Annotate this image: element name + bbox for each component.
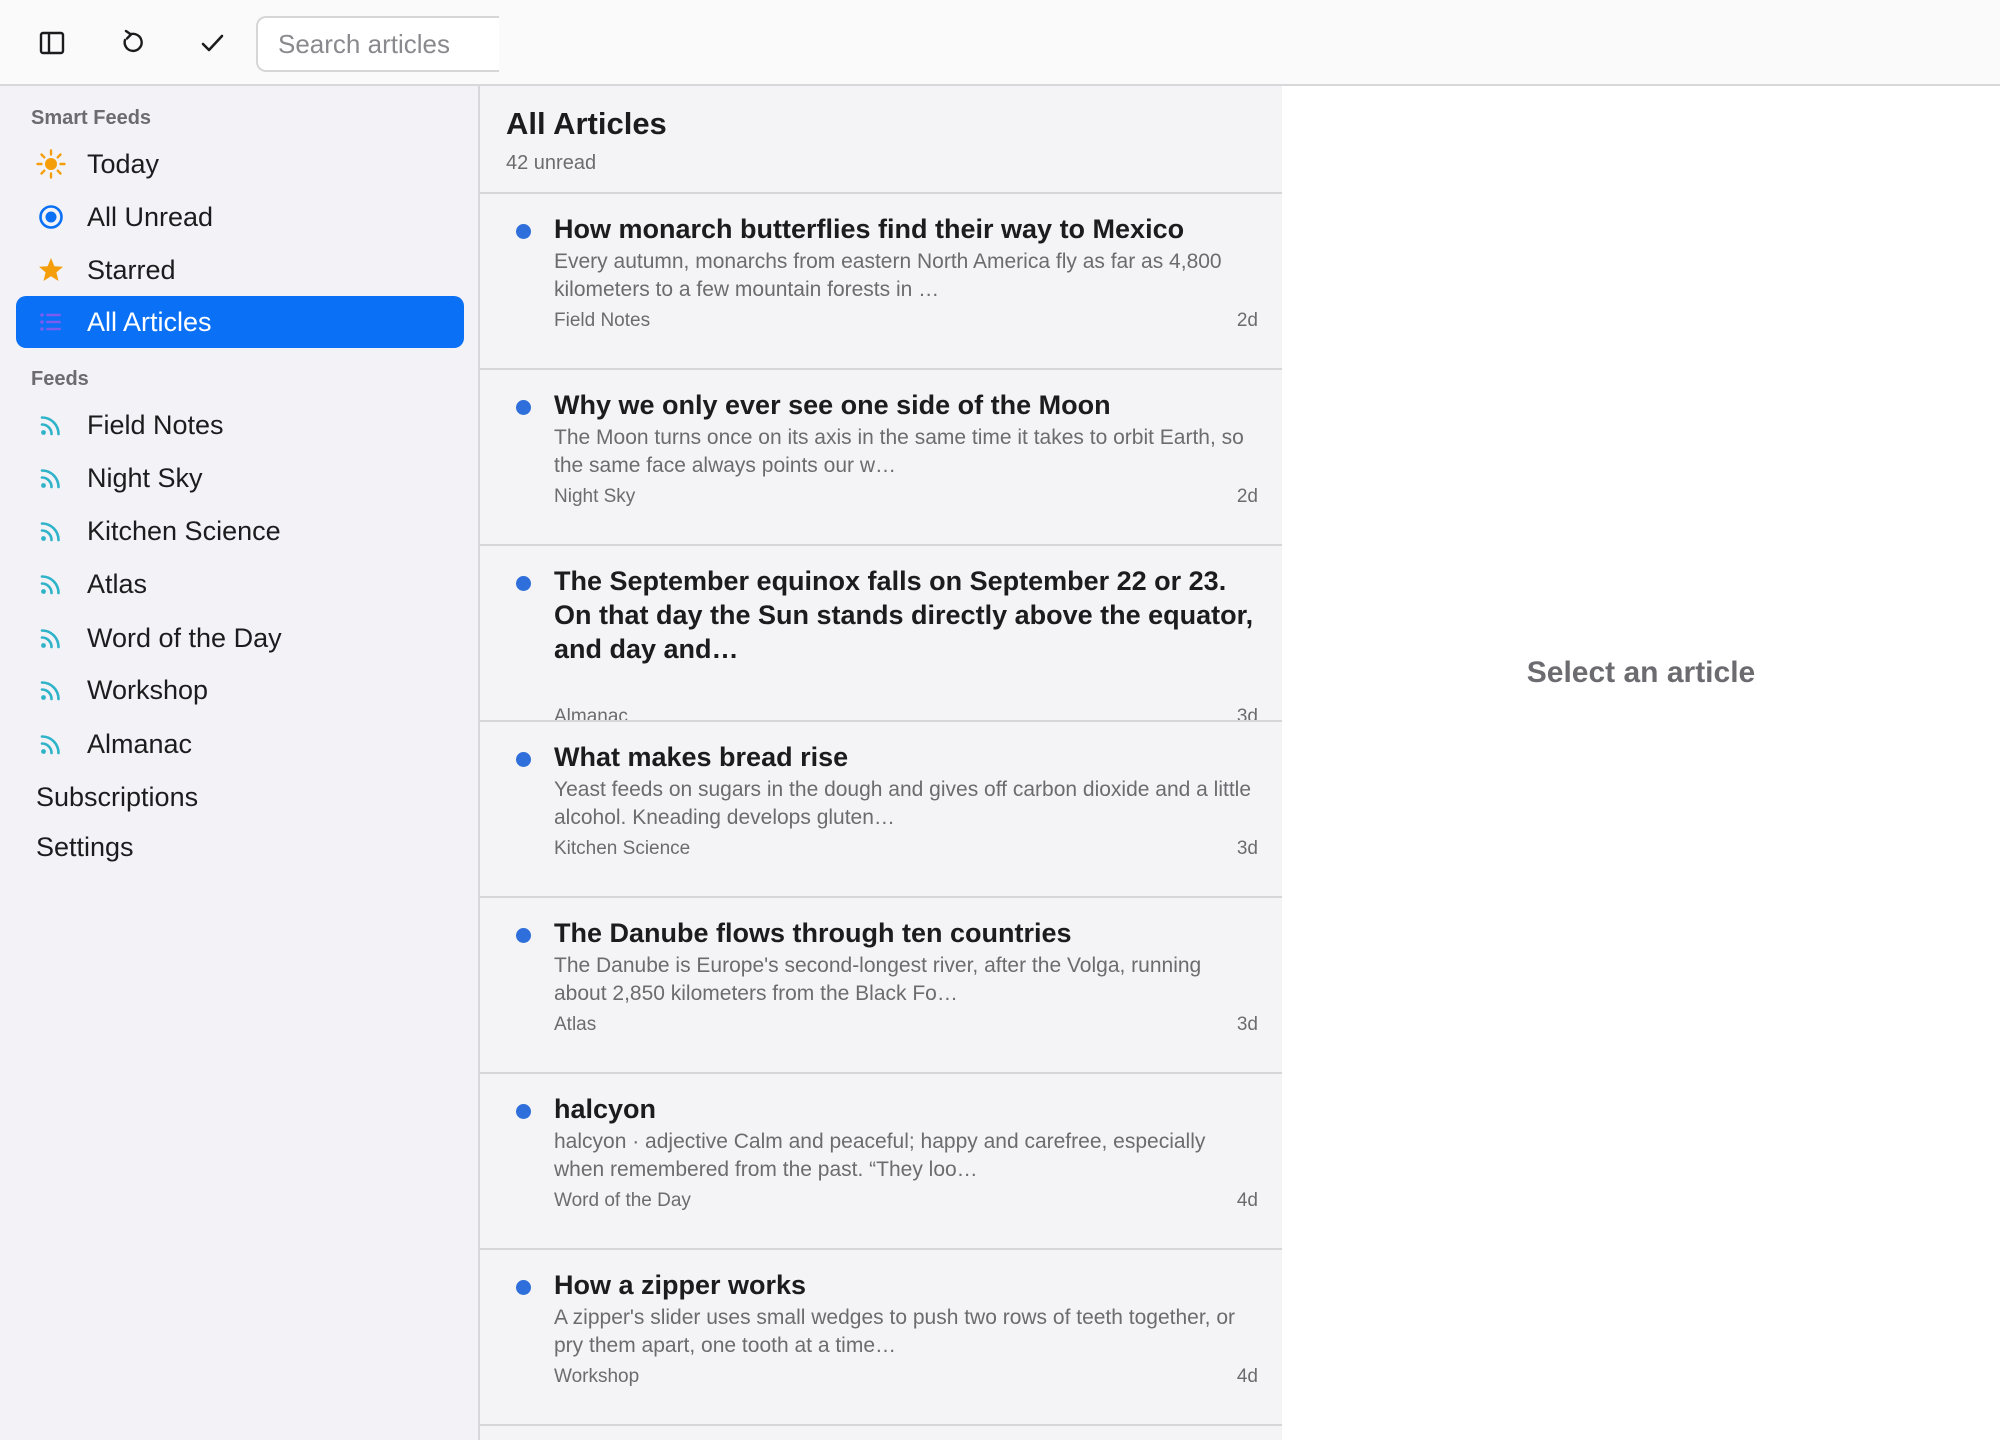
unread-dot xyxy=(516,752,531,767)
article-excerpt: A zipper's slider uses small wedges to p… xyxy=(554,1306,1236,1357)
article-age: 2d xyxy=(1236,310,1258,331)
unread-dot xyxy=(516,928,531,943)
toggle-sidebar-button[interactable] xyxy=(28,19,76,67)
sidebar-item-label: Word of the Day xyxy=(87,622,282,653)
sidebar-item-label: Field Notes xyxy=(87,409,224,440)
sidebar-item-almanac[interactable]: Almanac xyxy=(16,718,464,770)
divider xyxy=(480,1424,1282,1426)
rss-icon xyxy=(34,621,68,655)
article-title: Why we only ever see one side of the Moo… xyxy=(554,390,1111,420)
article-excerpt: The Danube is Europe's second-longest ri… xyxy=(554,954,1202,1005)
rss-icon xyxy=(34,567,68,601)
rss-icon xyxy=(34,514,68,548)
article-title: The Danube flows through ten countries xyxy=(554,918,1072,948)
list-title: All Articles xyxy=(506,106,667,141)
article-excerpt: Yeast feeds on sugars in the dough and g… xyxy=(554,778,1251,829)
article-source: Field Notes xyxy=(554,310,651,331)
sidebar-item-starred[interactable]: Starred xyxy=(16,244,464,296)
search-input[interactable] xyxy=(256,16,499,72)
unread-dot xyxy=(516,400,531,415)
sidebar-item-label: Night Sky xyxy=(87,462,203,493)
feeds-heading: Feeds xyxy=(31,368,89,390)
checkmark-icon xyxy=(201,34,224,52)
article-row[interactable]: What makes bread rise Yeast feeds on sug… xyxy=(480,722,1282,896)
mark-all-read-button[interactable] xyxy=(188,19,236,67)
refresh-button[interactable] xyxy=(108,19,156,67)
article-row[interactable]: The September equinox falls on September… xyxy=(480,546,1282,727)
sidebar-item-label: Atlas xyxy=(87,568,148,599)
sidebar-item-all-articles[interactable]: All Articles xyxy=(16,296,464,348)
unread-dot xyxy=(516,224,531,239)
article-source: Atlas xyxy=(554,1014,597,1035)
article-row[interactable]: How monarch butterflies find their way t… xyxy=(480,194,1282,368)
empty-state-text: Select an article xyxy=(1526,656,1756,689)
article-row[interactable]: The Danube flows through ten countries T… xyxy=(480,898,1282,1072)
settings-link[interactable]: Settings xyxy=(36,832,134,863)
article-row[interactable]: How a zipper works A zipper's slider use… xyxy=(480,1250,1282,1424)
sidebar-icon xyxy=(39,31,65,55)
article-excerpt: halcyon · adjective Calm and peaceful; h… xyxy=(554,1130,1206,1181)
rss-icon xyxy=(34,408,68,442)
article-age: 4d xyxy=(1236,1366,1258,1387)
sun-icon xyxy=(34,147,68,181)
article-age: 2d xyxy=(1236,486,1258,507)
smart-feeds-heading: Smart Feeds xyxy=(31,107,152,129)
article-title: How a zipper works xyxy=(554,1270,807,1300)
sidebar-item-label: Starred xyxy=(87,254,176,285)
sidebar-item-field-notes[interactable]: Field Notes xyxy=(16,399,464,451)
sidebar-item-night-sky[interactable]: Night Sky xyxy=(16,452,464,504)
rss-icon xyxy=(34,673,68,707)
article-list: All Articles 42 unread How monarch butte… xyxy=(480,86,1282,1440)
rss-icon xyxy=(34,727,68,761)
subscriptions-link[interactable]: Subscriptions xyxy=(36,782,198,813)
unread-dot xyxy=(516,1104,531,1119)
sidebar-item-atlas[interactable]: Atlas xyxy=(16,558,464,610)
sidebar-item-all-unread[interactable]: All Unread xyxy=(16,191,464,243)
article-age: 3d xyxy=(1236,838,1258,859)
unread-count: 42 unread xyxy=(506,152,597,174)
unread-circle-icon xyxy=(34,200,68,234)
article-source: Word of the Day xyxy=(554,1190,691,1211)
article-title: halcyon xyxy=(554,1094,657,1124)
sidebar-item-word-of-the-day[interactable]: Word of the Day xyxy=(16,612,464,664)
sidebar-item-label: Almanac xyxy=(87,728,193,759)
article-source: Workshop xyxy=(554,1366,640,1387)
refresh-icon xyxy=(123,29,143,53)
article-row[interactable]: halcyon halcyon · adjective Calm and pea… xyxy=(480,1074,1282,1248)
article-excerpt: The Moon turns once on its axis in the s… xyxy=(554,426,1244,477)
article-row[interactable]: Why we only ever see one side of the Moo… xyxy=(480,370,1282,544)
sidebar-item-workshop[interactable]: Workshop xyxy=(16,664,464,716)
list-header: All Articles 42 unread xyxy=(506,106,667,175)
sidebar-item-today[interactable]: Today xyxy=(16,138,464,190)
article-source: Night Sky xyxy=(554,486,636,507)
sidebar-item-kitchen-science[interactable]: Kitchen Science xyxy=(16,505,464,557)
article-title: What makes bread rise xyxy=(554,742,849,772)
article-age: 3d xyxy=(1236,1014,1258,1035)
sidebar-item-label: Workshop xyxy=(87,674,209,705)
sidebar-item-label: Kitchen Science xyxy=(87,515,281,546)
article-title: How monarch butterflies find their way t… xyxy=(554,214,1185,244)
sidebar-item-label: Today xyxy=(87,148,160,179)
sidebar-item-label: All Articles xyxy=(87,306,212,337)
list-icon xyxy=(34,305,68,339)
article-excerpt: Every autumn, monarchs from eastern Nort… xyxy=(554,250,1222,301)
article-age: 4d xyxy=(1236,1190,1258,1211)
sidebar-item-label: All Unread xyxy=(87,201,214,232)
article-title: The September equinox falls on September… xyxy=(554,566,1254,664)
unread-dot xyxy=(516,576,531,591)
reader-pane: Select an article xyxy=(1282,86,2000,1440)
unread-dot xyxy=(516,1280,531,1295)
rss-icon xyxy=(34,461,68,495)
toolbar xyxy=(0,0,2000,86)
star-icon xyxy=(34,253,68,287)
sidebar: Smart Feeds Today All Unread Starred All… xyxy=(0,86,480,1440)
article-source: Kitchen Science xyxy=(554,838,691,859)
